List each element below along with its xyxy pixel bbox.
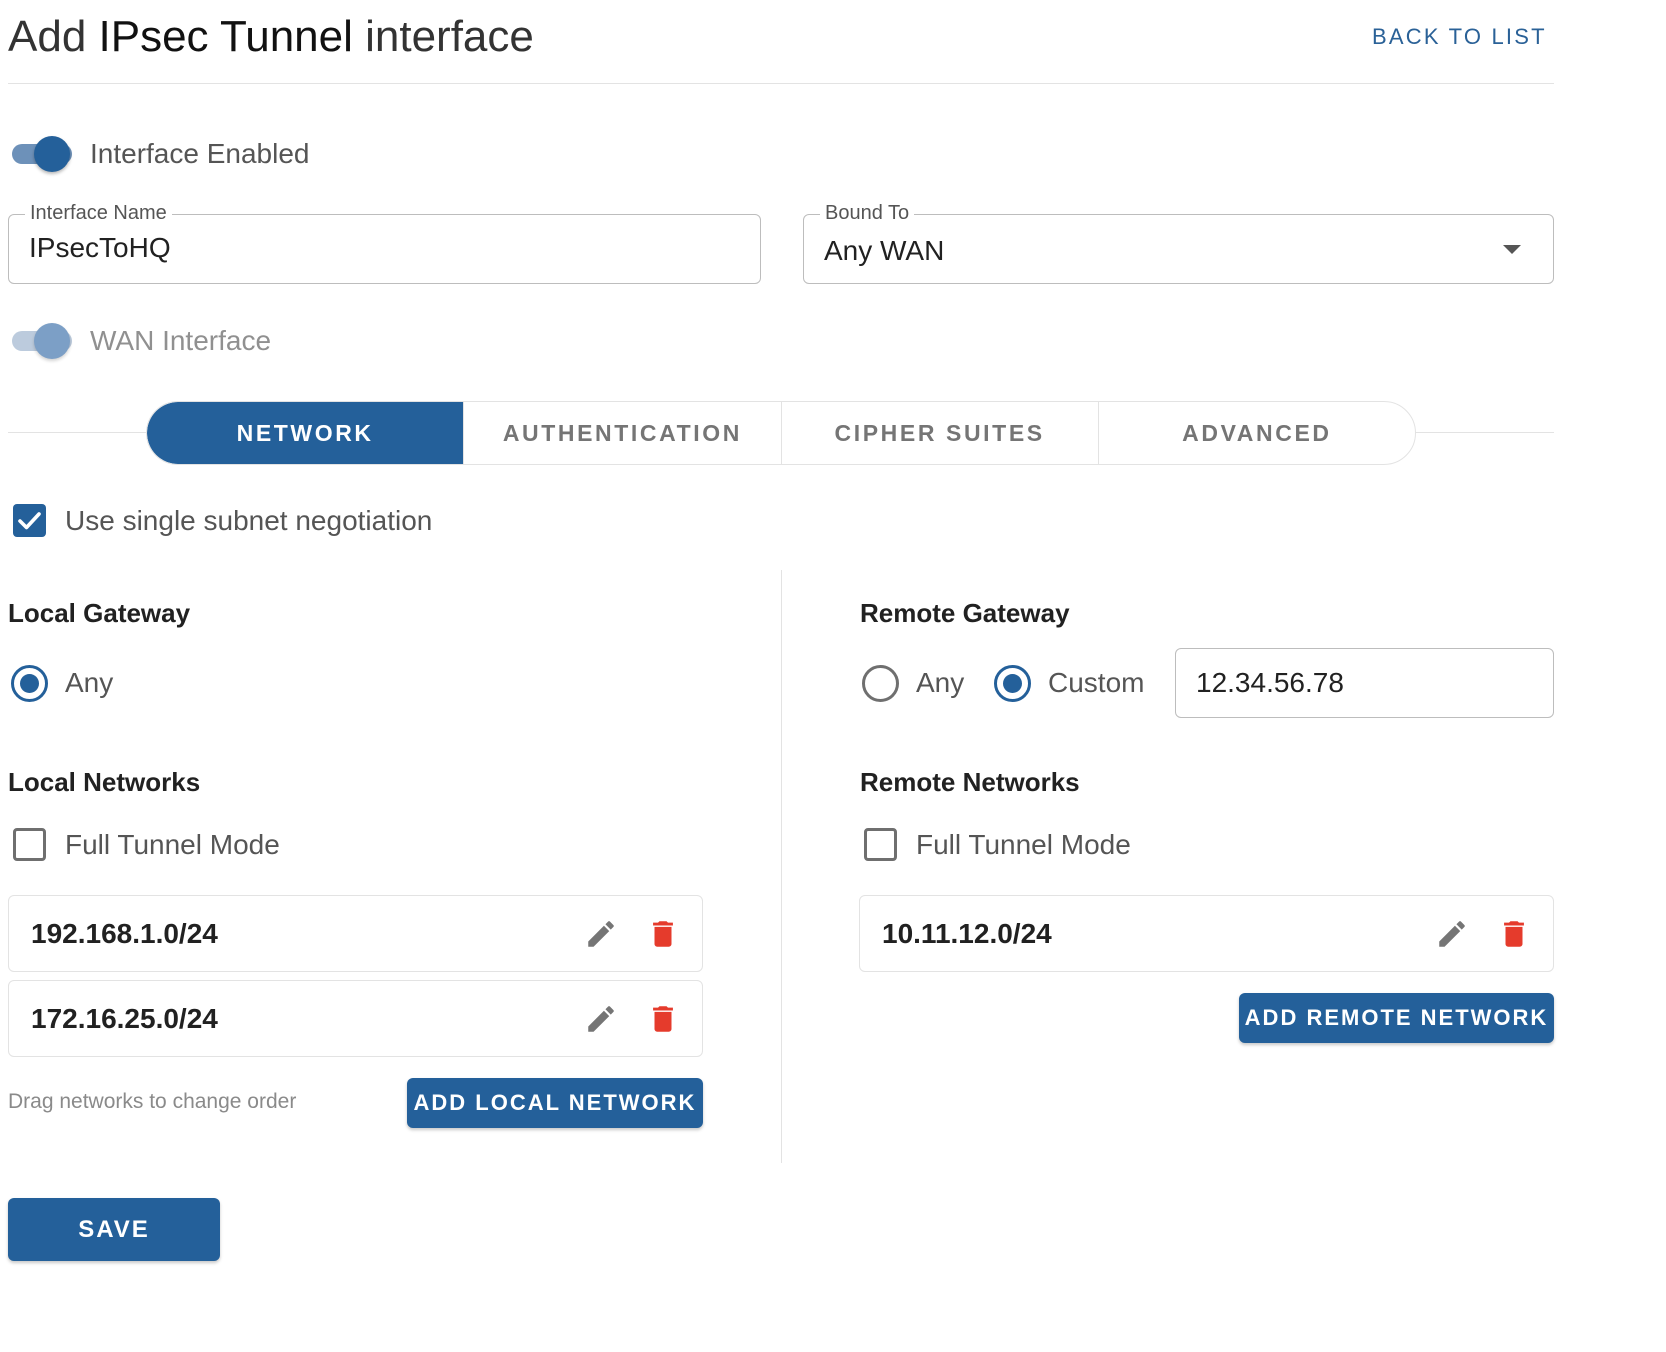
interface-name-value[interactable]: IPsecToHQ (29, 232, 171, 264)
wan-interface-label: WAN Interface (90, 325, 272, 356)
interface-enabled-label: Interface Enabled (90, 138, 310, 169)
tab-network[interactable]: NETWORK (147, 402, 464, 464)
tab-authentication[interactable]: AUTHENTICATION (463, 402, 780, 464)
remote-gateway-address-input[interactable]: 12.34.56.78 (1175, 648, 1554, 718)
toggle-thumb (34, 323, 70, 359)
pencil-icon[interactable] (1432, 914, 1472, 954)
add-remote-network-button[interactable]: ADD REMOTE NETWORK (1239, 993, 1554, 1043)
interface-name-label: Interface Name (25, 202, 172, 225)
bound-to-select[interactable]: Bound To Any WAN (803, 202, 1554, 284)
remote-full-tunnel-checkbox[interactable] (864, 828, 897, 861)
interface-enabled-toggle[interactable] (8, 134, 78, 174)
page-title: Add IPsec Tunnel interface (8, 12, 534, 62)
drag-hint: Drag networks to change order (8, 1090, 297, 1113)
column-divider (781, 570, 782, 1163)
bound-to-label: Bound To (820, 202, 915, 225)
single-subnet-checkbox[interactable] (13, 504, 46, 537)
back-to-list-link[interactable]: BACK TO LIST (1372, 24, 1547, 50)
trash-icon[interactable] (643, 914, 683, 954)
title-suffix: interface (352, 12, 534, 61)
header-divider (8, 83, 1554, 84)
local-full-tunnel-label: Full Tunnel Mode (65, 829, 280, 860)
trash-icon[interactable] (643, 999, 683, 1039)
checkmark-icon (18, 512, 41, 530)
single-subnet-label: Use single subnet negotiation (65, 505, 433, 536)
remote-full-tunnel-label: Full Tunnel Mode (916, 829, 1131, 860)
remote-gateway-address-value[interactable]: 12.34.56.78 (1196, 667, 1344, 699)
tab-advanced[interactable]: ADVANCED (1097, 402, 1415, 464)
remote-gateway-custom-label: Custom (1048, 667, 1145, 698)
add-local-network-button[interactable]: ADD LOCAL NETWORK (407, 1078, 703, 1128)
save-button[interactable]: SAVE (8, 1198, 220, 1261)
title-prefix: Add (8, 12, 99, 61)
tab-cipher-suites[interactable]: CIPHER SUITES (780, 402, 1098, 464)
local-network-value: 192.168.1.0/24 (31, 918, 218, 949)
title-type: IPsec Tunnel (98, 12, 353, 61)
interface-name-field[interactable]: Interface Name IPsecToHQ (8, 202, 761, 284)
local-full-tunnel-checkbox[interactable] (13, 828, 46, 861)
remote-gateway-any-label: Any (916, 667, 965, 698)
wan-interface-toggle[interactable] (8, 321, 78, 361)
local-gateway-any-radio[interactable] (11, 665, 48, 702)
local-gateway-title: Local Gateway (8, 598, 191, 628)
remote-gateway-any-radio[interactable] (862, 665, 899, 702)
caret-down-icon (1503, 245, 1521, 254)
local-network-row[interactable]: 172.16.25.0/24 (8, 980, 703, 1057)
bound-to-value: Any WAN (824, 235, 945, 266)
remote-gateway-custom-radio[interactable] (994, 665, 1031, 702)
remote-gateway-title: Remote Gateway (860, 598, 1070, 628)
pencil-icon[interactable] (581, 999, 621, 1039)
local-network-value: 172.16.25.0/24 (31, 1003, 218, 1034)
remote-network-value: 10.11.12.0/24 (882, 918, 1052, 949)
trash-icon[interactable] (1494, 914, 1534, 954)
tab-bar: NETWORK AUTHENTICATION CIPHER SUITES ADV… (146, 401, 1416, 465)
toggle-thumb (34, 136, 70, 172)
pencil-icon[interactable] (581, 914, 621, 954)
local-network-row[interactable]: 192.168.1.0/24 (8, 895, 703, 972)
local-gateway-any-label: Any (65, 667, 114, 698)
local-networks-title: Local Networks (8, 767, 201, 797)
remote-network-row[interactable]: 10.11.12.0/24 (859, 895, 1554, 972)
remote-networks-title: Remote Networks (860, 767, 1080, 797)
